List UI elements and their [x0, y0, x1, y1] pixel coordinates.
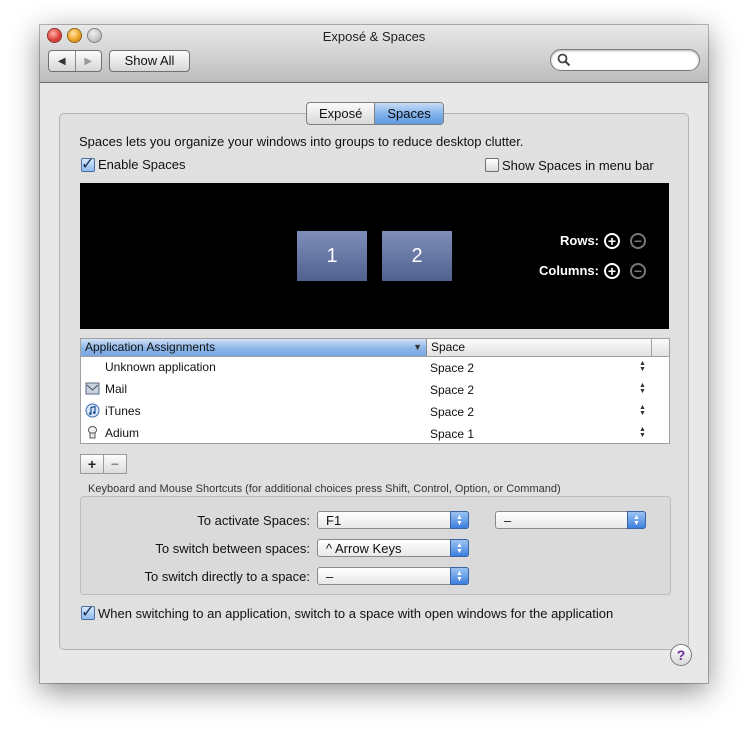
- popup-value: F1: [326, 513, 342, 528]
- popup-arrows-icon: ▲ ▼: [450, 539, 469, 557]
- table-row[interactable]: Mail Space 2 ▲ ▼: [81, 378, 669, 400]
- tab-control: Exposé Spaces: [306, 102, 444, 125]
- switch-to-space-checkbox[interactable]: ✓: [81, 604, 95, 621]
- plus-icon: +: [607, 263, 617, 279]
- minus-icon: −: [633, 263, 643, 279]
- switch-directly-popup[interactable]: – ▲ ▼: [317, 567, 469, 585]
- preferences-window: Exposé & Spaces ◀ ▶ Show All Exposé Spac…: [40, 25, 708, 683]
- tab-spaces[interactable]: Spaces: [375, 103, 443, 124]
- activate-spaces-label: To activate Spaces:: [197, 513, 310, 528]
- itunes-icon: [85, 403, 100, 418]
- space-stepper-icon[interactable]: ▲ ▼: [639, 382, 646, 395]
- popup-arrows-icon: ▲ ▼: [627, 511, 646, 529]
- switch-between-label: To switch between spaces:: [155, 541, 310, 556]
- space-value: Space 2: [430, 405, 475, 419]
- checkmark-icon: ✓: [81, 156, 95, 173]
- sort-descending-icon: ▼: [413, 342, 422, 352]
- shortcuts-section-title: Keyboard and Mouse Shortcuts (for additi…: [88, 483, 561, 495]
- checkmark-icon: ✓: [81, 604, 95, 621]
- space-stepper-icon[interactable]: ▲ ▼: [639, 404, 646, 417]
- forward-arrow-icon: ▶: [84, 55, 93, 67]
- show-all-button[interactable]: Show All: [109, 50, 190, 72]
- mail-icon: [85, 382, 100, 395]
- space-value: Space 2: [430, 361, 475, 375]
- enable-spaces-checkbox[interactable]: ✓: [81, 156, 95, 173]
- table-row[interactable]: Unknown application Space 2 ▲ ▼: [81, 356, 669, 378]
- app-name: Adium: [105, 426, 140, 440]
- space-tile-2[interactable]: 2: [382, 231, 452, 281]
- table-row[interactable]: Adium Space 1 ▲ ▼: [81, 422, 669, 444]
- rows-remove-button[interactable]: −: [630, 233, 646, 249]
- space-tile-1[interactable]: 1: [297, 231, 367, 281]
- switch-to-space-label: When switching to an application, switch…: [98, 606, 614, 621]
- column-header-application[interactable]: Application Assignments ▼: [81, 339, 427, 356]
- popup-arrows-icon: ▲ ▼: [450, 511, 469, 529]
- popup-value: ^ Arrow Keys: [326, 541, 402, 556]
- column-header-space[interactable]: Space: [428, 339, 652, 356]
- show-in-menu-bar-checkbox[interactable]: [485, 158, 499, 172]
- plus-icon: +: [607, 233, 617, 249]
- minus-icon: −: [633, 233, 643, 249]
- activate-spaces-popup[interactable]: F1 ▲ ▼: [317, 511, 469, 529]
- remove-assignment-button[interactable]: −: [104, 455, 126, 473]
- column-header-label: Application Assignments: [85, 340, 216, 354]
- nav-buttons: ◀ ▶: [48, 50, 102, 72]
- adium-icon: [88, 426, 97, 439]
- table-row[interactable]: iTunes Space 2 ▲ ▼: [81, 400, 669, 422]
- table-header: Application Assignments ▼ Space: [81, 339, 669, 357]
- popup-value: –: [326, 569, 334, 584]
- app-name: Mail: [105, 382, 128, 396]
- activate-spaces-mouse-popup[interactable]: – ▲ ▼: [495, 511, 646, 529]
- search-icon: [557, 53, 571, 67]
- add-remove-buttons: + −: [80, 454, 127, 474]
- space-value: Space 2: [430, 383, 475, 397]
- space-stepper-icon[interactable]: ▲ ▼: [639, 360, 646, 373]
- rows-add-button[interactable]: +: [604, 233, 620, 249]
- space-value: Space 1: [430, 427, 475, 441]
- window-title: Exposé & Spaces: [322, 29, 426, 44]
- help-button[interactable]: ?: [670, 644, 692, 666]
- spaces-description: Spaces lets you organize your windows in…: [79, 134, 524, 149]
- add-assignment-button[interactable]: +: [81, 455, 104, 473]
- popup-arrows-icon: ▲ ▼: [450, 567, 469, 585]
- columns-add-button[interactable]: +: [604, 263, 620, 279]
- tab-expose[interactable]: Exposé: [307, 103, 376, 124]
- switch-directly-label: To switch directly to a space:: [144, 569, 310, 584]
- switch-between-popup[interactable]: ^ Arrow Keys ▲ ▼: [317, 539, 469, 557]
- app-name: iTunes: [105, 404, 141, 418]
- search-input[interactable]: [573, 52, 695, 69]
- forward-button[interactable]: ▶: [76, 51, 102, 71]
- title-bar: Exposé & Spaces ◀ ▶ Show All: [40, 25, 708, 83]
- app-name: Unknown application: [105, 360, 216, 374]
- show-in-menu-bar-label: Show Spaces in menu bar: [502, 158, 654, 173]
- columns-remove-button[interactable]: −: [630, 263, 646, 279]
- spaces-preview: 1 2 Rows: + − Columns: + −: [80, 183, 669, 329]
- columns-label: Columns:: [539, 263, 599, 278]
- back-arrow-icon: ◀: [57, 55, 66, 67]
- rows-label: Rows:: [560, 233, 599, 248]
- application-assignments-table: Application Assignments ▼ Space Unknown …: [80, 338, 670, 444]
- popup-value: –: [504, 513, 512, 528]
- back-button[interactable]: ◀: [49, 51, 76, 71]
- space-stepper-icon[interactable]: ▲ ▼: [639, 426, 646, 439]
- search-field[interactable]: [550, 49, 700, 71]
- enable-spaces-label: Enable Spaces: [98, 157, 186, 172]
